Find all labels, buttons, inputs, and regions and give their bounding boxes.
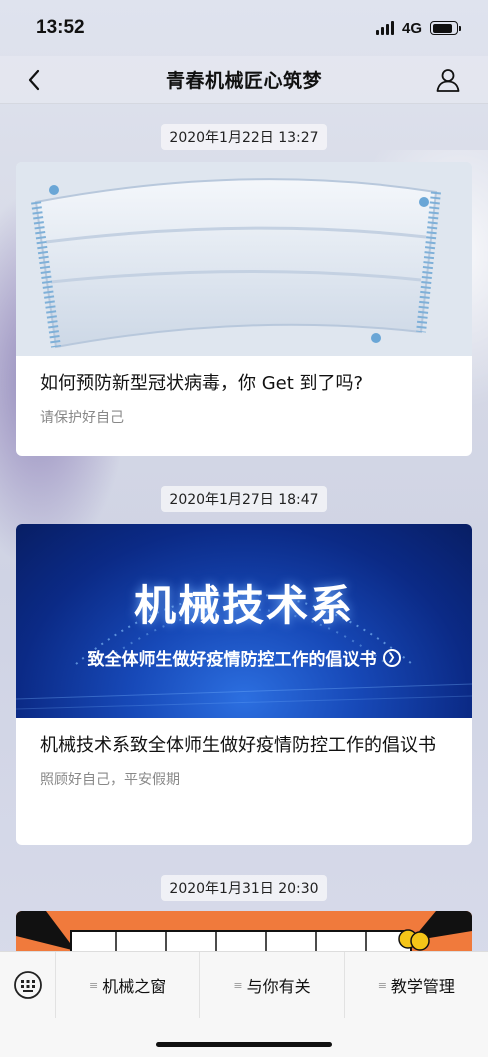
signal-icon (375, 21, 394, 35)
article-card[interactable]: 如何预防新型冠状病毒，你 Get 到了吗? 请保护好自己 (16, 162, 472, 456)
keyboard-toggle-button[interactable] (0, 952, 56, 1018)
menu-item-jiaoxue-guanli[interactable]: ≡ 教学管理 (345, 952, 488, 1018)
keyboard-icon (13, 971, 42, 999)
chevron-right-circle-icon: ❯ (382, 648, 401, 667)
menu-lines-icon: ≡ (377, 978, 387, 992)
banner-subtitle-row: 致全体师生做好疫情防控工作的倡议书 ❯ (88, 645, 401, 670)
status-bar: 13:52 4G (0, 0, 488, 56)
page-title: 青春机械匠心筑梦 (165, 70, 322, 92)
status-indicators: 4G (375, 19, 461, 37)
menu-item-yu-ni-you-guan[interactable]: ≡ 与你有关 (200, 952, 345, 1018)
home-indicator[interactable] (156, 1042, 332, 1047)
status-time: 13:52 (36, 17, 85, 38)
back-chevron-icon (28, 69, 40, 91)
article-title: 机械技术系致全体师生做好疫情防控工作的倡议书 (40, 735, 436, 756)
profile-button[interactable] (432, 64, 464, 96)
article-title: 如何预防新型冠状病毒，你 Get 到了吗? (40, 373, 364, 394)
menu-lines-icon: ≡ (233, 978, 243, 992)
message-timestamp: 2020年1月27日 18:47 (0, 486, 488, 512)
menu-item-jixie-zhichuang[interactable]: ≡ 机械之窗 (56, 952, 201, 1018)
menu-lines-icon: ≡ (89, 978, 99, 992)
message-timestamp: 2020年1月22日 13:27 (0, 124, 488, 150)
banner-subtitle: 致全体师生做好疫情防控工作的倡议书 (87, 650, 377, 670)
banner-title: 机械技术系 (133, 581, 354, 630)
article-subtitle: 照顾好自己，平安假期 (40, 772, 180, 788)
article-subtitle: 请保护好自己 (40, 410, 124, 426)
bottom-menu-bar: ≡ 机械之窗 ≡ 与你有关 ≡ 教学管理 (0, 951, 488, 1057)
article-cover-image (16, 162, 472, 356)
back-button[interactable] (18, 64, 50, 96)
mask-illustration (16, 162, 472, 356)
article-cover-banner: 机械技术系 致全体师生做好疫情防控工作的倡议书 ❯ (16, 524, 472, 718)
message-timestamp: 2020年1月31日 20:30 (0, 875, 488, 901)
article-card[interactable]: 机械技术系 致全体师生做好疫情防控工作的倡议书 ❯ 机械技术系致全体师生做好疫情… (16, 524, 472, 845)
battery-icon (430, 21, 461, 35)
navigation-bar: 青春机械匠心筑梦 (0, 56, 488, 104)
user-icon (436, 69, 460, 92)
network-label: 4G (401, 19, 422, 37)
